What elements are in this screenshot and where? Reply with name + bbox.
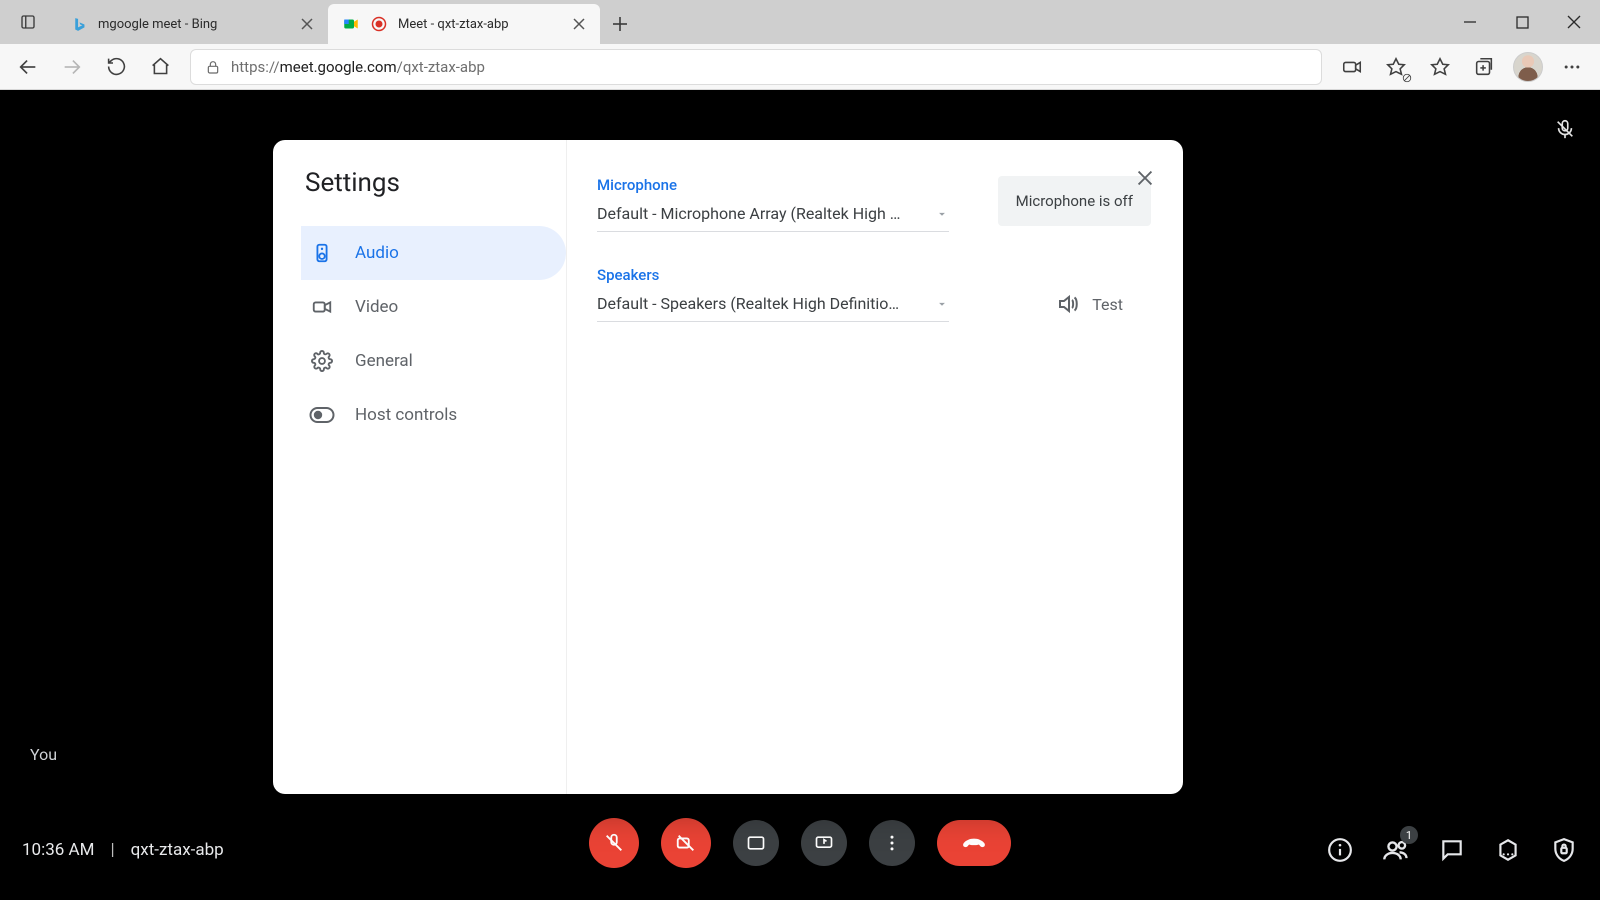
browser-titlebar: mgoogle meet - Bing Meet - qxt-ztax-abp [0,0,1600,44]
activities-button[interactable] [1494,836,1522,864]
settings-category-host[interactable]: Host controls [301,388,566,442]
tab-close-icon[interactable] [298,15,316,33]
tab-title: Meet - qxt-ztax-abp [398,17,560,32]
speakers-select[interactable]: Default - Speakers (Realtek High Definit… [597,294,949,322]
window-close-button[interactable] [1548,0,1600,44]
browser-tab-bing[interactable]: mgoogle meet - Bing [56,4,328,44]
new-tab-button[interactable] [600,4,640,44]
captions-button[interactable] [733,820,779,866]
nav-back-button[interactable] [8,47,48,87]
profile-avatar[interactable] [1508,47,1548,87]
microphone-selected-value: Default - Microphone Array (Realtek High… [597,204,900,223]
tracking-prevention-icon[interactable] [1376,47,1416,87]
footer-time: 10:36 AM [22,840,94,860]
settings-category-audio[interactable]: Audio [301,226,566,280]
microphone-label: Microphone [597,176,949,194]
speakers-test-button[interactable]: Test [1056,292,1123,316]
nav-forward-button[interactable] [52,47,92,87]
settings-title: Settings [301,168,554,198]
category-label: General [355,351,413,371]
settings-dialog: Settings Audio Video General [273,140,1183,794]
participants-button[interactable]: 1 [1382,836,1410,864]
settings-sidebar: Settings Audio Video General [273,140,567,794]
category-label: Host controls [355,405,457,425]
tab-title: mgoogle meet - Bing [98,17,288,32]
microphone-select[interactable]: Default - Microphone Array (Realtek High… [597,204,949,232]
meet-page: You 10:36 AM | qxt-ztax-abp 1 [0,90,1600,900]
chevron-down-icon [935,207,949,221]
participants-count-badge: 1 [1400,826,1418,844]
recording-dot-icon [370,15,388,33]
leave-call-button[interactable] [937,820,1011,866]
mic-muted-indicator-icon [1554,118,1576,140]
url-text: https://meet.google.com/qxt-ztax-abp [231,58,485,76]
favorites-icon[interactable] [1420,47,1460,87]
meeting-details-button[interactable] [1326,836,1354,864]
settings-category-general[interactable]: General [301,334,566,388]
toggle-cam-button[interactable] [661,818,711,868]
speaker-icon [309,242,335,264]
tab-close-icon[interactable] [570,15,588,33]
window-maximize-button[interactable] [1496,0,1548,44]
speakers-label: Speakers [597,266,949,284]
avatar [1513,52,1543,82]
more-options-button[interactable] [869,820,915,866]
dialog-close-button[interactable] [1127,160,1163,196]
meet-favicon-icon [342,15,360,33]
host-controls-button[interactable] [1550,836,1578,864]
toggle-mic-button[interactable] [589,818,639,868]
window-minimize-button[interactable] [1444,0,1496,44]
browser-toolbar: https://meet.google.com/qxt-ztax-abp [0,44,1600,90]
self-video-label: You [30,745,57,764]
videocam-icon [309,296,335,318]
meet-footer-info: 10:36 AM | qxt-ztax-abp [22,840,224,860]
settings-category-video[interactable]: Video [301,280,566,334]
chevron-down-icon [935,297,949,311]
test-label: Test [1092,295,1123,314]
meet-center-controls [589,818,1011,868]
toggle-icon [309,406,335,424]
browser-tab-meet[interactable]: Meet - qxt-ztax-abp [328,4,600,44]
chat-button[interactable] [1438,836,1466,864]
tab-actions-icon[interactable] [8,2,48,42]
present-button[interactable] [801,820,847,866]
gear-icon [309,350,335,372]
footer-meeting-code: qxt-ztax-abp [131,840,224,860]
settings-content: Microphone Default - Microphone Array (R… [567,140,1183,794]
microphone-section: Microphone Default - Microphone Array (R… [597,176,1151,232]
bing-favicon-icon [70,15,88,33]
lock-icon [205,59,221,75]
meet-right-controls: 1 [1326,836,1578,864]
category-label: Video [355,297,398,317]
address-bar[interactable]: https://meet.google.com/qxt-ztax-abp [190,49,1322,85]
speakers-selected-value: Default - Speakers (Realtek High Definit… [597,294,899,313]
speakers-section: Speakers Default - Speakers (Realtek Hig… [597,266,1151,322]
nav-refresh-button[interactable] [96,47,136,87]
nav-home-button[interactable] [140,47,180,87]
browser-menu-button[interactable] [1552,47,1592,87]
category-label: Audio [355,243,399,263]
collections-icon[interactable] [1464,47,1504,87]
volume-icon [1056,292,1080,316]
camera-permission-icon[interactable] [1332,47,1372,87]
